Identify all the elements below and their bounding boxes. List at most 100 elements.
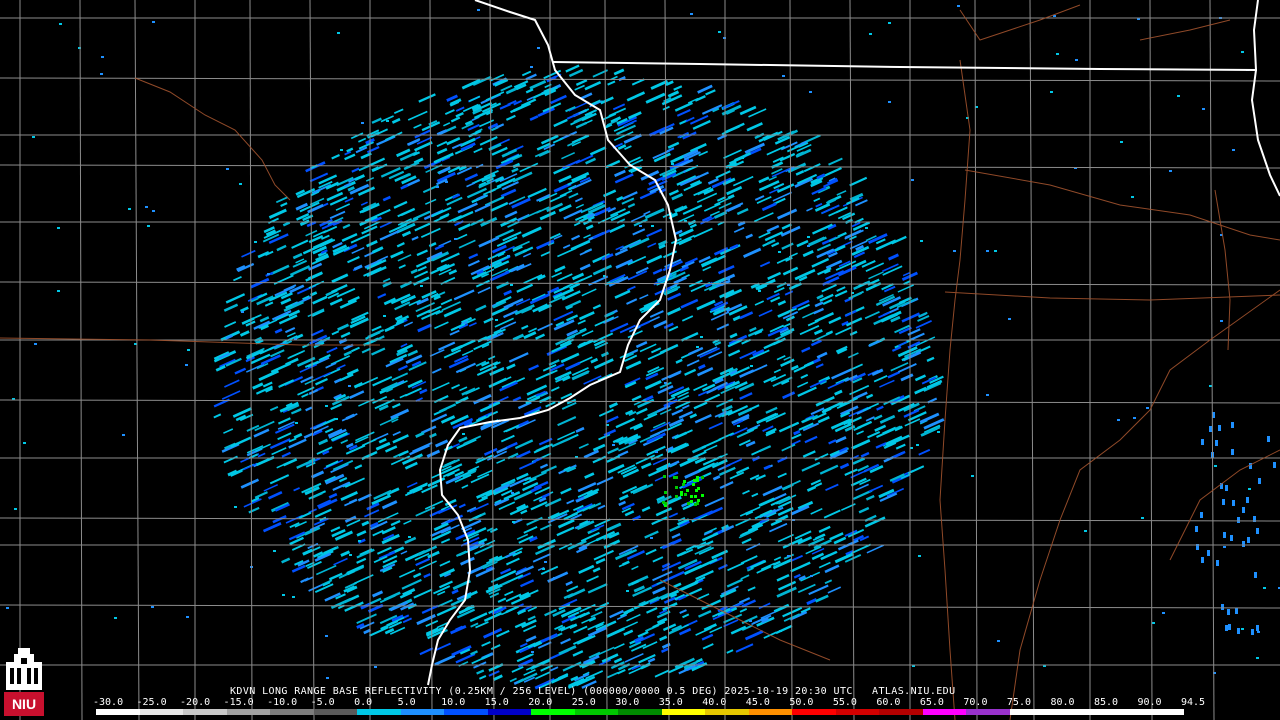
echo-cell bbox=[690, 495, 693, 498]
legend-color-segment bbox=[661, 709, 706, 715]
echo-speck bbox=[32, 136, 35, 138]
echo-speck bbox=[690, 13, 693, 15]
echo-speck bbox=[273, 550, 276, 552]
echo-speck bbox=[758, 290, 761, 292]
legend-tick-labels: -30.0 -25.0 -20.0 -15.0 -10.0 -5.0 0.0 5.0 10.0 1… bbox=[93, 697, 1205, 709]
echo-cell bbox=[686, 489, 689, 492]
echo-speck bbox=[920, 240, 923, 242]
echo-speck bbox=[282, 594, 285, 596]
echo-cell bbox=[1200, 512, 1203, 518]
legend-tick-label: -20.0 bbox=[180, 697, 211, 708]
echo-speck bbox=[639, 225, 642, 227]
echo-speck bbox=[1214, 465, 1217, 467]
legend-color-segment bbox=[748, 709, 793, 715]
echo-speck bbox=[1223, 546, 1226, 548]
echo-speck bbox=[147, 225, 150, 227]
echo-speck bbox=[1257, 631, 1260, 633]
echo-cell bbox=[1242, 541, 1245, 547]
echo-speck bbox=[1008, 318, 1011, 320]
echo-speck bbox=[918, 555, 921, 557]
echo-speck bbox=[340, 149, 343, 151]
legend-tick-label: 5.0 bbox=[397, 697, 416, 708]
echo-speck bbox=[361, 122, 364, 124]
echo-cell bbox=[1256, 528, 1259, 534]
echo-speck bbox=[185, 364, 188, 366]
legend-tick-label: 90.0 bbox=[1137, 697, 1162, 708]
echo-speck bbox=[187, 349, 190, 351]
echo-speck bbox=[727, 278, 730, 280]
echo-speck bbox=[100, 73, 103, 75]
echo-speck bbox=[1152, 622, 1155, 624]
echo-cell bbox=[696, 476, 699, 479]
echo-speck bbox=[655, 451, 658, 453]
echo-speck bbox=[454, 238, 457, 240]
echo-speck bbox=[937, 431, 940, 433]
echo-speck bbox=[1241, 628, 1244, 630]
legend-tick-label: 65.0 bbox=[919, 697, 944, 708]
echo-speck bbox=[888, 101, 891, 103]
echo-cell bbox=[695, 489, 698, 492]
echo-cell bbox=[690, 500, 693, 503]
echo-speck bbox=[511, 492, 514, 494]
echo-speck bbox=[530, 66, 533, 68]
echo-speck bbox=[151, 606, 154, 608]
legend-tick-label: 10.0 bbox=[441, 697, 466, 708]
legend-color-segment bbox=[835, 709, 880, 715]
echo-speck bbox=[1141, 517, 1144, 519]
legend-tick-label: -25.0 bbox=[136, 697, 167, 708]
legend-color-segment bbox=[792, 709, 836, 715]
legend-tick-label: -10.0 bbox=[267, 697, 298, 708]
echo-speck bbox=[348, 385, 351, 387]
legend-tick-label: 30.0 bbox=[615, 697, 640, 708]
legend-color-segment bbox=[1096, 709, 1141, 715]
legend-tick-label: 75.0 bbox=[1006, 697, 1031, 708]
echo-speck bbox=[267, 273, 270, 275]
echo-cell bbox=[662, 501, 665, 504]
echo-cell bbox=[1223, 532, 1226, 538]
echo-speck bbox=[997, 640, 1000, 642]
echo-cell bbox=[680, 491, 683, 494]
echo-speck bbox=[14, 508, 17, 510]
echo-cell bbox=[1195, 526, 1198, 532]
echo-cell bbox=[1201, 557, 1204, 563]
echo-cell bbox=[675, 486, 678, 489]
echo-speck bbox=[1075, 59, 1078, 61]
echo-speck bbox=[869, 33, 872, 35]
echo-cell bbox=[696, 479, 699, 482]
echo-speck bbox=[254, 241, 257, 243]
echo-cell bbox=[696, 502, 699, 505]
echo-speck bbox=[152, 210, 155, 212]
echo-speck bbox=[325, 635, 328, 637]
echo-speck bbox=[101, 56, 104, 58]
legend-color-segment bbox=[705, 709, 749, 715]
echo-speck bbox=[226, 168, 229, 170]
echo-speck bbox=[651, 225, 654, 227]
echo-cell bbox=[664, 491, 667, 494]
echo-speck bbox=[1263, 587, 1266, 589]
legend-color-segment bbox=[487, 709, 532, 715]
legend-color-segment bbox=[1009, 709, 1054, 715]
echo-speck bbox=[57, 227, 60, 229]
echo-cell bbox=[1222, 499, 1225, 505]
echo-speck bbox=[544, 561, 547, 563]
legend-color-segment bbox=[574, 709, 619, 715]
legend-color-segment bbox=[444, 709, 488, 715]
echo-speck bbox=[292, 596, 295, 598]
echo-speck bbox=[664, 382, 667, 384]
echo-cell bbox=[1256, 625, 1259, 631]
echo-cell bbox=[1209, 426, 1212, 432]
logo-text: NIU bbox=[12, 696, 36, 712]
echo-cell bbox=[1201, 439, 1204, 445]
echo-speck bbox=[741, 157, 744, 159]
echo-cell bbox=[1228, 624, 1231, 630]
echo-speck bbox=[537, 47, 540, 49]
echo-speck bbox=[542, 568, 545, 570]
echo-speck bbox=[436, 186, 439, 188]
echo-speck bbox=[326, 677, 329, 679]
echo-speck bbox=[1241, 51, 1244, 53]
echo-cell bbox=[701, 494, 704, 497]
echo-speck bbox=[122, 434, 125, 436]
legend-tick-label: 45.0 bbox=[745, 697, 770, 708]
echo-speck bbox=[512, 521, 515, 523]
echo-speck bbox=[57, 290, 60, 292]
